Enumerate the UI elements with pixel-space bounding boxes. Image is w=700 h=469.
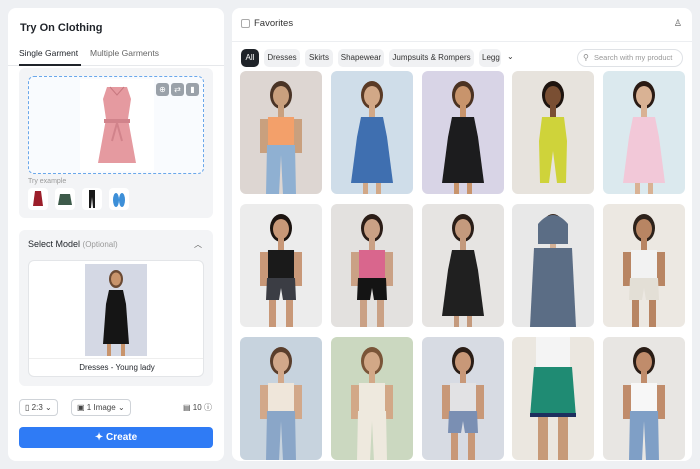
example-skirt[interactable] bbox=[55, 188, 75, 210]
chevron-down-icon[interactable]: ⌄ bbox=[507, 52, 514, 61]
model-caption: Dresses - Young lady bbox=[29, 358, 203, 376]
gallery-panel: Favorites ♙ All Dresses Skirts Shapewear… bbox=[232, 8, 692, 461]
filter-skirts[interactable]: Skirts bbox=[305, 49, 333, 67]
gallery-model-card[interactable] bbox=[422, 337, 504, 460]
garment-image bbox=[80, 79, 154, 171]
model-section: Select Model (Optional) ︿ Dresses - Youn… bbox=[19, 230, 213, 386]
example-red-dress[interactable] bbox=[28, 188, 48, 210]
model-section-title: Select Model (Optional) bbox=[28, 239, 118, 249]
gallery-model-card[interactable] bbox=[240, 71, 322, 194]
garment-tabs: Single Garment Multiple Garments bbox=[8, 42, 224, 66]
active-tab-indicator bbox=[19, 64, 81, 66]
coin-icon: ▤ bbox=[183, 403, 191, 412]
favorites-label: Favorites bbox=[254, 18, 294, 29]
search-placeholder: Search with my product bbox=[594, 53, 673, 62]
zoom-icon[interactable]: ⊕ bbox=[156, 83, 169, 96]
chevron-up-icon[interactable]: ︿ bbox=[194, 239, 202, 250]
chevron-down-icon: ⌄ bbox=[45, 403, 52, 412]
image-count-select[interactable]: ▣ 1 Image ⌄ bbox=[71, 399, 131, 416]
aspect-ratio-select[interactable]: ▯ 2:3 ⌄ bbox=[19, 399, 58, 416]
gallery-model-card[interactable] bbox=[603, 337, 685, 460]
tab-multiple-garments[interactable]: Multiple Garments bbox=[90, 48, 159, 58]
model-title-text: Select Model bbox=[28, 239, 81, 249]
swap-icon[interactable]: ⇄ bbox=[171, 83, 184, 96]
filter-jumpsuits-rompers[interactable]: Jumpsuits & Rompers bbox=[389, 49, 474, 67]
try-example-label: Try example bbox=[28, 178, 67, 185]
gallery-model-card[interactable] bbox=[512, 337, 594, 460]
gallery-model-card[interactable] bbox=[240, 337, 322, 460]
product-search-input[interactable]: ⚲ Search with my product bbox=[577, 49, 683, 67]
optional-label: (Optional) bbox=[82, 240, 118, 249]
gallery-model-card[interactable] bbox=[422, 71, 504, 194]
gallery-model-card[interactable] bbox=[603, 204, 685, 327]
gallery-model-card[interactable] bbox=[603, 71, 685, 194]
credits-value: 10 bbox=[192, 403, 202, 412]
sparkle-icon: ✦ bbox=[94, 432, 104, 443]
favorites-checkbox[interactable] bbox=[241, 19, 250, 28]
gallery-model-card[interactable] bbox=[240, 204, 322, 327]
image-count-value: 1 Image bbox=[86, 403, 116, 412]
image-icon: ▣ bbox=[77, 403, 85, 412]
person-icon[interactable]: ♙ bbox=[674, 18, 682, 29]
delete-icon[interactable]: ▮ bbox=[186, 83, 199, 96]
phone-icon: ▯ bbox=[25, 403, 30, 412]
panel-title: Try On Clothing bbox=[20, 22, 103, 34]
info-icon[interactable]: ⓘ bbox=[204, 403, 212, 412]
gallery-model-card[interactable] bbox=[512, 71, 594, 194]
filter-shapewear[interactable]: Shapewear bbox=[338, 49, 384, 67]
category-filters: All Dresses Skirts Shapewear Jumpsuits &… bbox=[241, 49, 521, 67]
search-icon: ⚲ bbox=[583, 53, 589, 62]
header-divider bbox=[232, 41, 692, 42]
gallery-model-card[interactable] bbox=[422, 204, 504, 327]
credits-indicator: ▤ 10 ⓘ bbox=[183, 402, 212, 413]
filter-leggings[interactable]: Legg bbox=[479, 49, 501, 67]
gallery-model-card[interactable] bbox=[331, 71, 413, 194]
filter-dresses[interactable]: Dresses bbox=[264, 49, 300, 67]
garment-upload-area[interactable]: ⊕ ⇄ ▮ bbox=[28, 76, 204, 174]
garment-section: ⊕ ⇄ ▮ Try example bbox=[19, 68, 213, 218]
selected-model-card[interactable]: Dresses - Young lady bbox=[28, 260, 204, 377]
create-label: Create bbox=[106, 432, 138, 443]
example-sneakers[interactable] bbox=[109, 188, 129, 210]
gallery-model-card[interactable] bbox=[512, 204, 594, 327]
model-photo bbox=[85, 264, 147, 356]
gallery-model-card[interactable] bbox=[331, 337, 413, 460]
aspect-ratio-value: 2:3 bbox=[31, 403, 43, 412]
create-button[interactable]: ✦ Create bbox=[19, 427, 213, 448]
tab-single-garment[interactable]: Single Garment bbox=[19, 48, 78, 58]
chevron-down-icon: ⌄ bbox=[117, 403, 125, 412]
example-pants[interactable] bbox=[82, 188, 102, 210]
filter-all[interactable]: All bbox=[241, 49, 259, 67]
gallery-model-card[interactable] bbox=[331, 204, 413, 327]
